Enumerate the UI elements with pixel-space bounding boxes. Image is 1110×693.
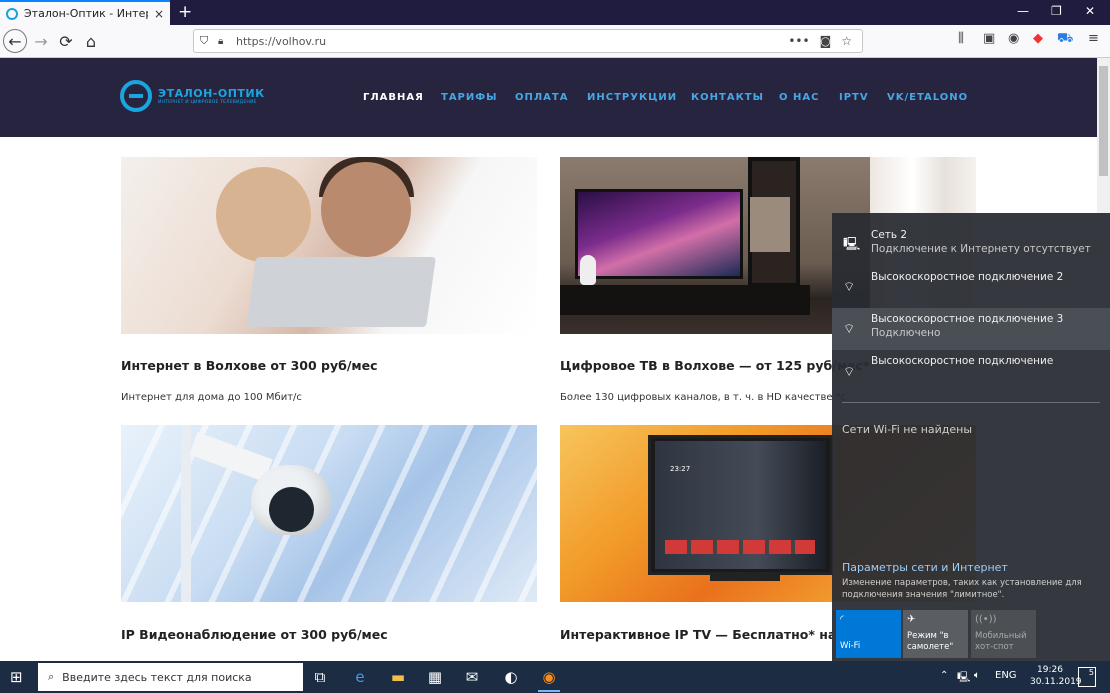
wifi-icon: ◜ [840,614,844,625]
nav-link-tariffs[interactable]: ТАРИФЫ [441,92,498,103]
pocket-icon[interactable]: ◙ [820,34,832,48]
network-status: Подключено [871,327,941,339]
network-name: Высокоскоростное подключение 3 [871,313,1064,325]
edge-icon[interactable]: e [349,668,371,686]
nav-link-home[interactable]: ГЛАВНАЯ [363,92,424,103]
windows-start-icon[interactable]: ⊞ [10,668,23,686]
forward-button[interactable]: → [30,30,52,52]
file-explorer-icon[interactable]: ▬ [387,668,409,686]
tv-screen-clock: 23:27 [670,465,691,473]
close-window-button[interactable]: ✕ [1085,4,1095,18]
tile-label: Мобильный хот-спот [975,631,1027,652]
arrow-right-icon: → [34,31,48,51]
internet-card-title-lead: Интернет [121,358,190,373]
nav-link-vk[interactable]: VK/ETALONO [887,92,968,103]
sidebar-icon[interactable]: ▣ [983,31,995,46]
network-name: Сеть 2 [871,229,908,241]
nav-link-contacts[interactable]: КОНТАКТЫ [691,92,764,103]
extension-icon[interactable]: ◆ [1033,31,1043,46]
no-wifi-message: Сети Wi-Fi не найдены [842,423,973,436]
logo-name: ЭТАЛОН-ОПТИК [158,87,265,100]
volume-icon[interactable]: 🔈︎ [974,670,980,681]
site-logo[interactable]: ЭТАЛОН-ОПТИК ИНТЕРНЕТ И ЦИФРОВОЕ ТЕЛЕВИД… [120,80,265,112]
nav-link-about[interactable]: О НАС [779,92,819,103]
taskbar-clock[interactable]: 19:26 30.11.2019 [1030,664,1082,688]
network-tray-icon[interactable]: 🖳︎ [957,670,970,687]
network-item-highspeed-2[interactable]: Высокоскоростное подключение 2 [832,266,1110,308]
internet-card-desc: Интернет для дома до 100 Мбит/с [121,392,302,403]
language-indicator[interactable]: ENG [995,670,1017,681]
logo-tagline: ИНТЕРНЕТ И ЦИФРОВОЕ ТЕЛЕВИДЕНИЕ [158,100,257,105]
network-name: Высокоскоростное подключение 2 [871,271,1064,283]
network-item-set2[interactable]: Сеть 2 Подключение к Интернету отсутству… [832,226,1110,266]
tv-card-desc: Более 130 цифровых каналов, в т. ч. в HD… [560,392,847,403]
internet-card-title-rest: в Волхове от 300 руб/мес [189,358,378,373]
nav-link-iptv[interactable]: IPTV [839,92,869,103]
airplane-mode-tile[interactable]: ✈ Режим "в самолете" [903,610,968,658]
app-icon[interactable]: ◐ [500,668,522,686]
bookmark-star-icon[interactable]: ☆ [841,34,852,48]
minimize-button[interactable]: — [1017,4,1029,18]
task-view-icon[interactable]: ⧉ [309,668,331,686]
reload-button[interactable]: ⟳ [55,30,77,52]
dialup-icon: ⌔ [843,322,856,337]
network-status: Подключение к Интернету отсутствует [871,243,1091,255]
notification-count: 5 [1088,668,1094,677]
tile-label: Wi-Fi [840,641,861,651]
back-button[interactable]: ← [3,29,27,53]
tab-title: Эталон-Оптик - Интернет-Пр [24,7,148,20]
arrow-left-icon: ← [8,31,22,51]
site-favicon-icon [6,7,18,20]
hotspot-icon: ((•)) [975,614,997,625]
account-icon[interactable]: ◉ [1008,31,1019,46]
tab-close-icon[interactable]: × [154,7,164,21]
clock-date: 30.11.2019 [1030,677,1082,687]
network-item-highspeed-3[interactable]: Высокоскоростное подключение 3 Подключен… [832,308,1110,350]
mobile-hotspot-tile[interactable]: ((•)) Мобильный хот-спот [971,610,1036,658]
menu-icon[interactable]: ≡ [1088,31,1099,46]
url-text[interactable]: https://volhov.ru [236,35,788,48]
new-tab-button[interactable]: + [178,2,192,22]
maximize-button[interactable]: ❐ [1051,4,1062,18]
cctv-card-image[interactable] [121,425,537,602]
internet-card-image[interactable] [121,157,537,334]
reload-icon: ⟳ [59,31,73,51]
nav-link-payment[interactable]: ОПЛАТА [515,92,568,103]
search-icon: ⌕ [48,670,55,683]
address-bar[interactable]: ⛉ 🔒︎ https://volhov.ru ••• ◙ ☆ [193,29,863,53]
nav-link-instructions[interactable]: ИНСТРУКЦИИ [587,92,677,103]
notification-center-button[interactable]: 5 [1078,667,1096,687]
internet-card-title[interactable]: Интернет в Волхове от 300 руб/мес [121,358,378,373]
mail-icon[interactable]: ✉ [461,668,483,686]
tile-label: Режим "в самолете" [907,631,954,652]
home-button[interactable]: ⌂ [80,30,102,52]
lock-icon[interactable]: 🔒︎ [218,36,232,47]
page-actions-icon[interactable]: ••• [788,34,809,48]
cart-extension-icon[interactable]: ⛟ [1057,31,1073,48]
network-item-highspeed[interactable]: Высокоскоростное подключение [832,350,1110,392]
tray-chevron-icon[interactable]: ⌃ [940,670,948,681]
taskbar-search[interactable]: ⌕ Введите здесь текст для поиска [38,663,303,691]
network-settings-desc: Изменение параметров, таких как установл… [842,578,1082,600]
library-icon[interactable]: ⫼ [958,31,964,46]
network-name: Высокоскоростное подключение [871,355,1054,367]
tv-card-title[interactable]: Цифровое ТВ в Волхове — от 125 руб/мес* [560,358,869,373]
tracking-shield-icon[interactable]: ⛉ [200,34,218,48]
firefox-icon[interactable]: ◉ [538,668,560,692]
airplane-icon: ✈ [907,614,916,625]
store-icon[interactable]: ▦ [424,668,446,686]
home-icon: ⌂ [85,31,97,51]
cctv-card-title[interactable]: IP Видеонаблюдение от 300 руб/мес [121,627,388,642]
browser-tab[interactable]: Эталон-Оптик - Интернет-Пр × [0,0,170,25]
iptv-card-title[interactable]: Интерактивное IP TV — Бесплатно* на 3 ус [560,627,832,642]
logo-mark-icon [120,80,152,112]
clock-time: 19:26 [1037,665,1063,675]
network-settings-link[interactable]: Параметры сети и Интернет [842,561,1008,574]
search-placeholder: Введите здесь текст для поиска [62,670,252,684]
flyout-divider [842,402,1100,403]
scrollbar-thumb[interactable] [1099,66,1108,176]
wifi-toggle-tile[interactable]: ◜ Wi-Fi [836,610,901,658]
